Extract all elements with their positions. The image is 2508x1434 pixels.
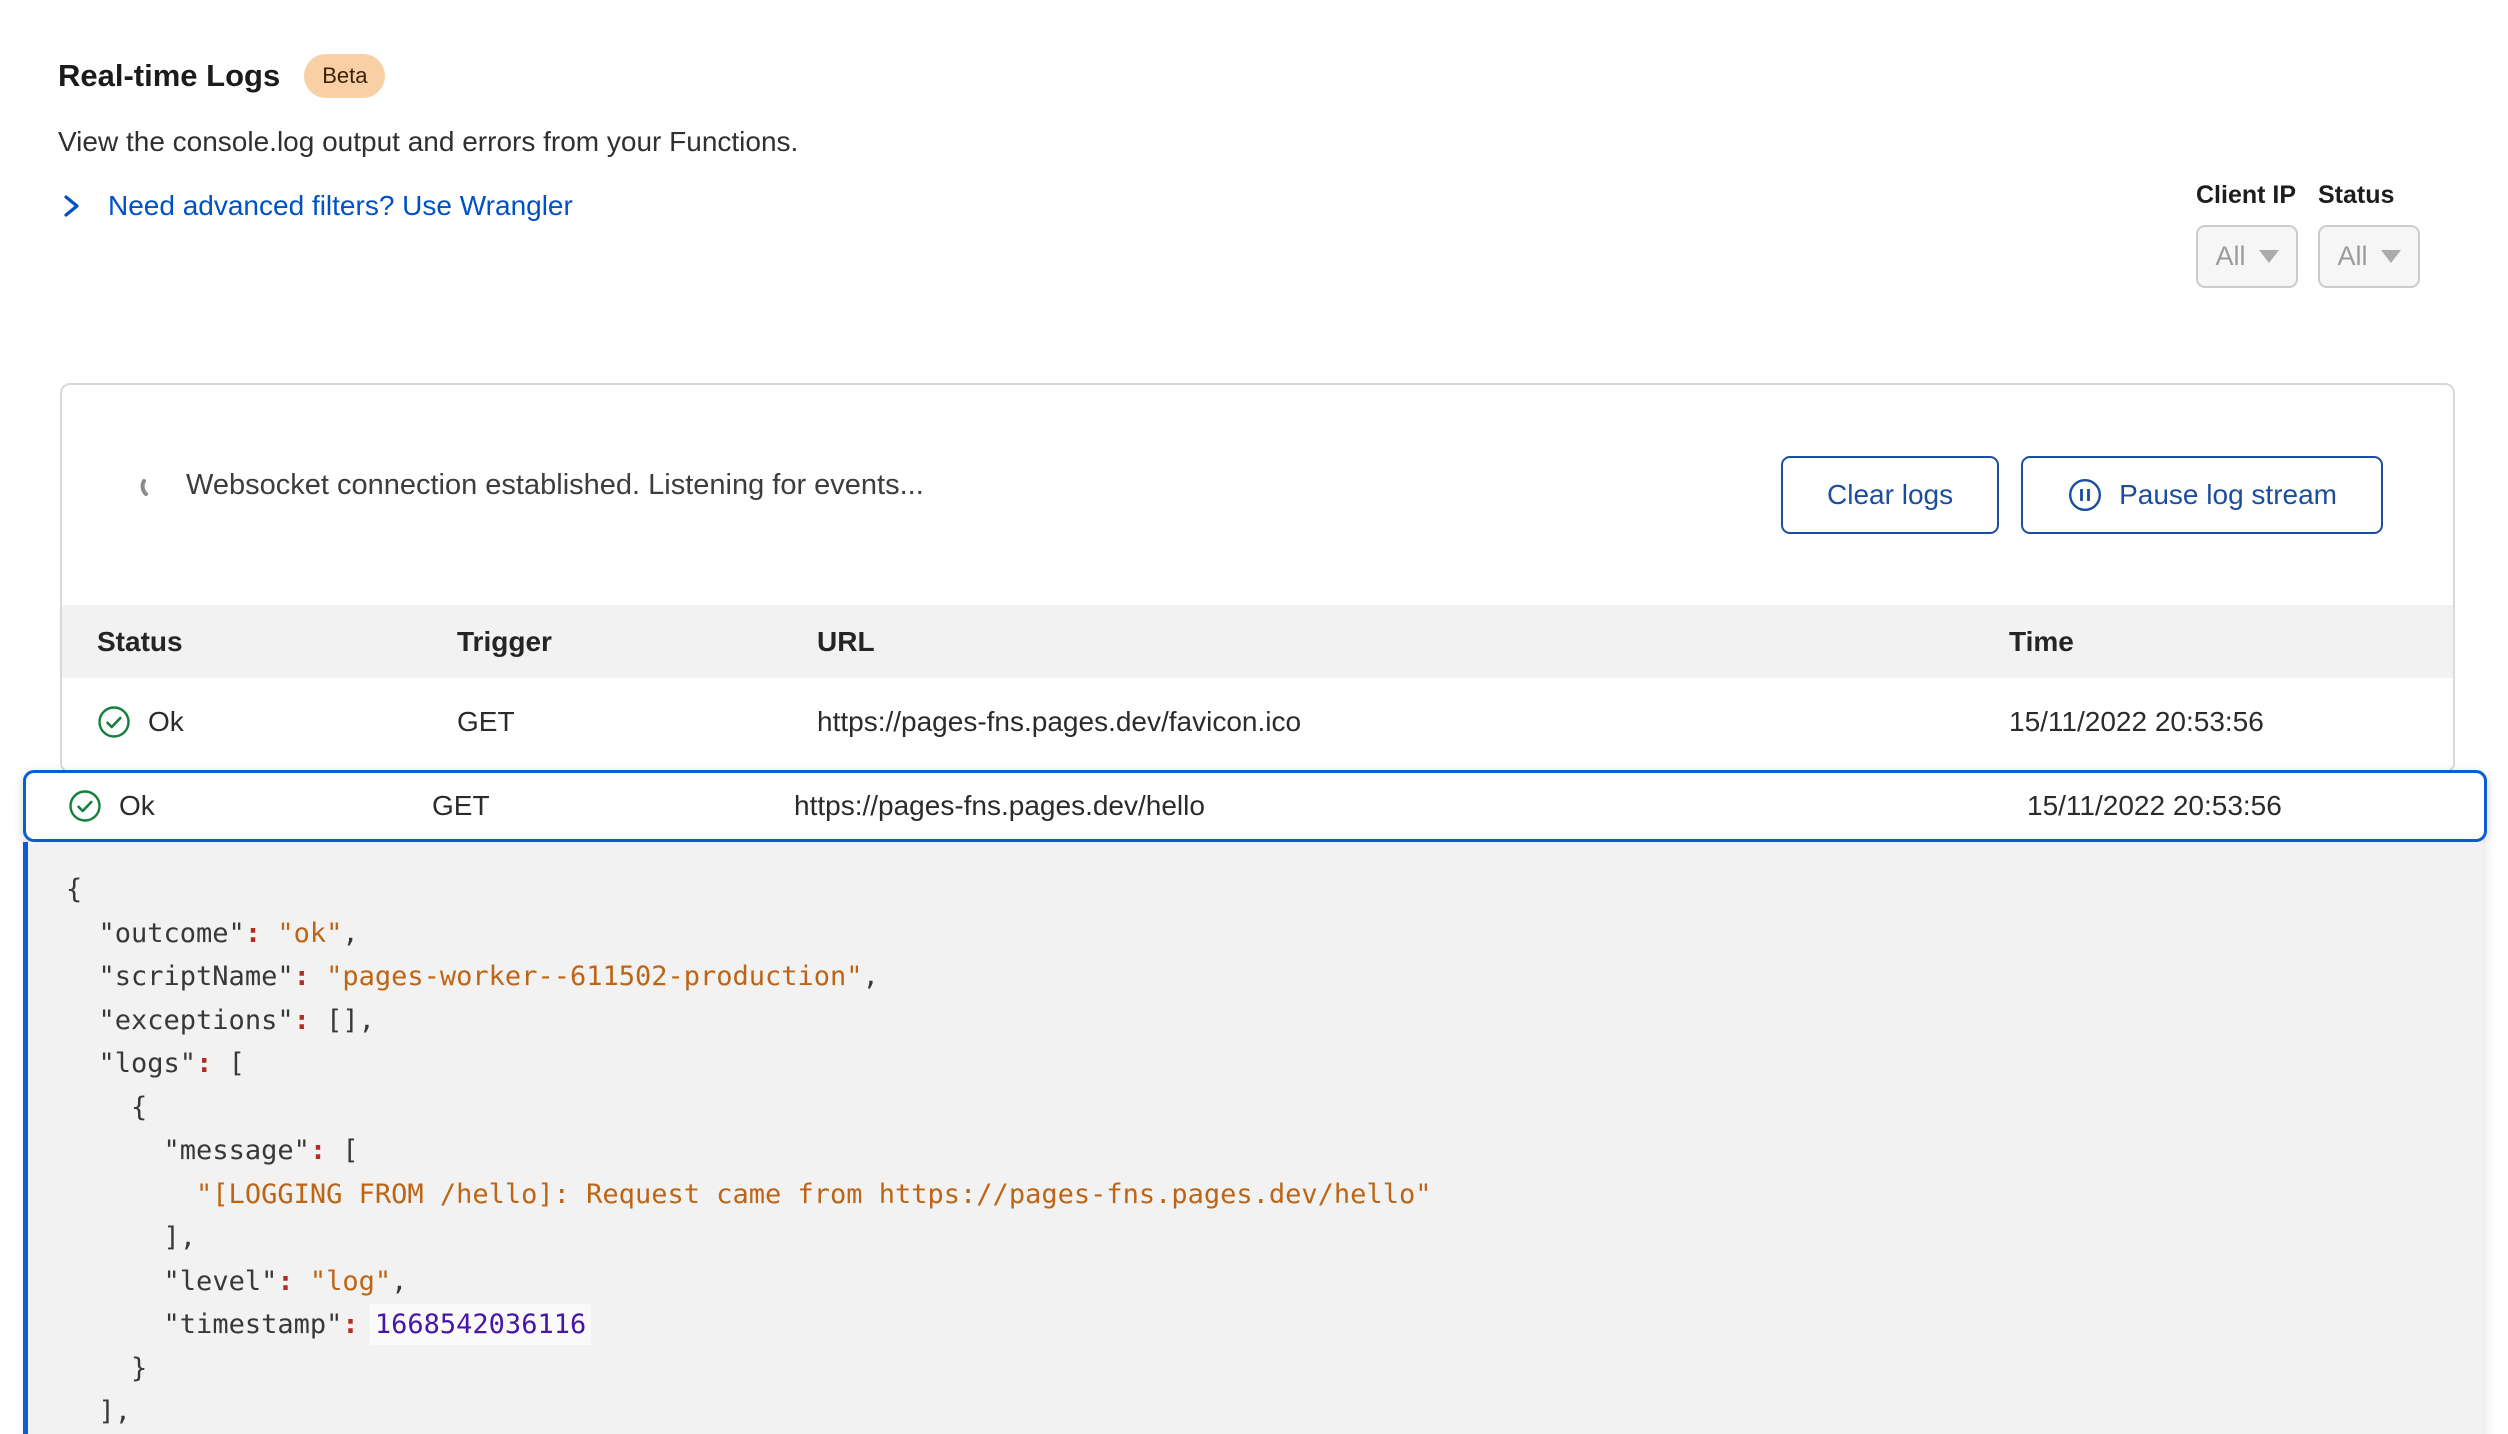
status-cell: Ok <box>97 705 457 739</box>
pause-log-stream-label: Pause log stream <box>2119 479 2337 511</box>
clear-logs-button[interactable]: Clear logs <box>1781 456 1999 534</box>
wrangler-link-label: Need advanced filters? Use Wrangler <box>108 190 573 222</box>
status-filter-dropdown[interactable]: All <box>2318 225 2420 288</box>
status-label: Ok <box>148 706 184 738</box>
trigger-cell: GET <box>432 790 794 822</box>
column-status: Status <box>97 626 457 658</box>
status-filter: Status All <box>2318 181 2420 288</box>
status-filter-value: All <box>2337 241 2367 272</box>
url-cell: https://pages-fns.pages.dev/favicon.ico <box>817 706 2009 738</box>
selected-log-entry: Ok GET https://pages-fns.pages.dev/hello… <box>23 770 2487 1434</box>
logs-panel: Websocket connection established. Listen… <box>60 383 2455 773</box>
status-cell: Ok <box>68 789 432 823</box>
page-header: Real-time Logs Beta <box>58 54 385 98</box>
page-title: Real-time Logs <box>58 58 280 94</box>
client-ip-label: Client IP <box>2196 181 2298 210</box>
check-circle-icon <box>68 789 102 823</box>
pause-icon <box>2067 477 2103 513</box>
page-description: View the console.log output and errors f… <box>58 126 798 158</box>
websocket-status: Websocket connection established. Listen… <box>140 469 924 502</box>
client-ip-filter-dropdown[interactable]: All <box>2196 225 2298 288</box>
client-ip-filter-value: All <box>2215 241 2245 272</box>
log-filters: Client IP All Status All <box>2196 181 2420 288</box>
log-detail-panel: { "outcome": "ok", "scriptName": "pages-… <box>23 842 2483 1434</box>
chevron-right-icon <box>62 191 82 221</box>
json-code: { "outcome": "ok", "scriptName": "pages-… <box>28 842 2483 1434</box>
dropdown-caret-icon <box>2381 250 2401 263</box>
beta-badge: Beta <box>304 54 385 98</box>
pause-log-stream-button[interactable]: Pause log stream <box>2021 456 2383 534</box>
status-label: Ok <box>119 790 155 822</box>
toolbar-buttons: Clear logs Pause log stream <box>1781 456 2383 534</box>
websocket-status-text: Websocket connection established. Listen… <box>186 469 924 502</box>
client-ip-filter: Client IP All <box>2196 181 2298 288</box>
time-cell: 15/11/2022 20:53:56 <box>2009 706 2453 738</box>
wrangler-link[interactable]: Need advanced filters? Use Wrangler <box>62 190 573 222</box>
column-time: Time <box>2009 626 2453 658</box>
selected-log-row[interactable]: Ok GET https://pages-fns.pages.dev/hello… <box>23 770 2487 842</box>
status-filter-label: Status <box>2318 181 2420 210</box>
check-circle-icon <box>97 705 131 739</box>
trigger-cell: GET <box>457 706 817 738</box>
log-row[interactable]: Ok GET https://pages-fns.pages.dev/favic… <box>62 678 2453 766</box>
clear-logs-label: Clear logs <box>1827 479 1953 511</box>
logs-table-header: Status Trigger URL Time <box>62 605 2453 678</box>
spinner-icon <box>140 473 166 499</box>
realtime-logs-page: Real-time Logs Beta View the console.log… <box>0 0 2508 1434</box>
column-trigger: Trigger <box>457 626 817 658</box>
time-cell: 15/11/2022 20:53:56 <box>2027 790 2484 822</box>
url-cell: https://pages-fns.pages.dev/hello <box>794 790 2027 822</box>
dropdown-caret-icon <box>2259 250 2279 263</box>
column-url: URL <box>817 626 2009 658</box>
